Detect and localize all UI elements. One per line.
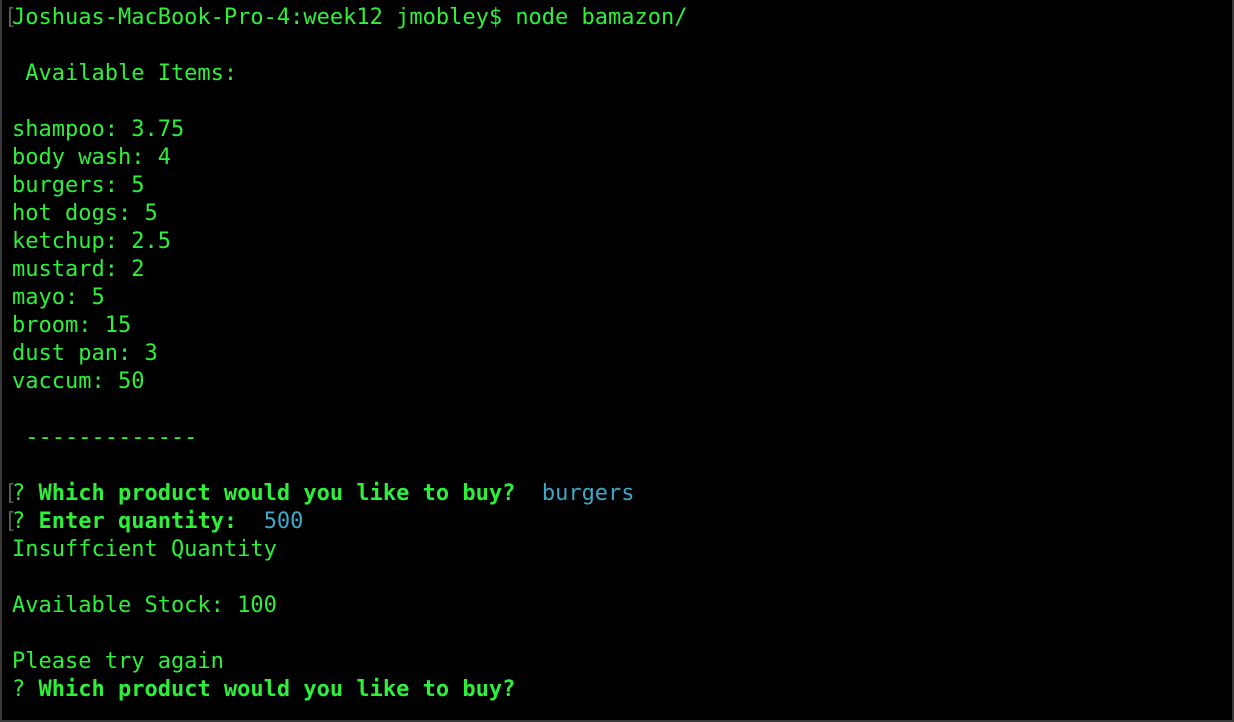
insufficient-message: Insuffcient Quantity	[12, 537, 277, 562]
list-item: vaccum: 50	[12, 369, 145, 394]
list-item: hot dogs: 5	[12, 201, 158, 226]
list-item: shampoo: 3.75	[12, 117, 185, 142]
list-item: mayo: 5	[12, 285, 105, 310]
question-product-active[interactable]: ? Which product would you like to buy?	[12, 676, 515, 704]
question-product: ? Which product would you like to buy? b…	[12, 480, 635, 508]
answer-text: 500	[263, 509, 304, 534]
list-item: broom: 15	[12, 313, 132, 338]
separator-line: -------------	[12, 425, 198, 450]
question-quantity: ? Enter quantity: 500	[12, 508, 303, 536]
command-line: Joshuas-MacBook-Pro-4:week12 jmobley$ no…	[12, 5, 688, 30]
list-item: mustard: 2	[12, 257, 145, 282]
list-item: ketchup: 2.5	[12, 229, 171, 254]
stock-message: Available Stock: 100	[12, 593, 277, 618]
retry-message: Please try again	[12, 649, 224, 674]
question-mark: ?	[12, 677, 26, 702]
question-mark: ?	[12, 481, 26, 506]
list-item: burgers: 5	[12, 173, 145, 198]
answer-text: burgers	[541, 481, 635, 506]
question-text: Which product would you like to buy?	[38, 677, 516, 702]
list-item: body wash: 4	[12, 145, 171, 170]
terminal-window[interactable]: [ Joshuas-MacBook-Pro-4:week12 jmobley$ …	[0, 0, 1234, 722]
question-mark: ?	[12, 509, 26, 534]
items-header: Available Items:	[12, 61, 238, 86]
question-text: Enter quantity:	[38, 509, 238, 534]
question-text: Which product would you like to buy?	[38, 481, 516, 506]
list-item: dust pan: 3	[12, 341, 158, 366]
